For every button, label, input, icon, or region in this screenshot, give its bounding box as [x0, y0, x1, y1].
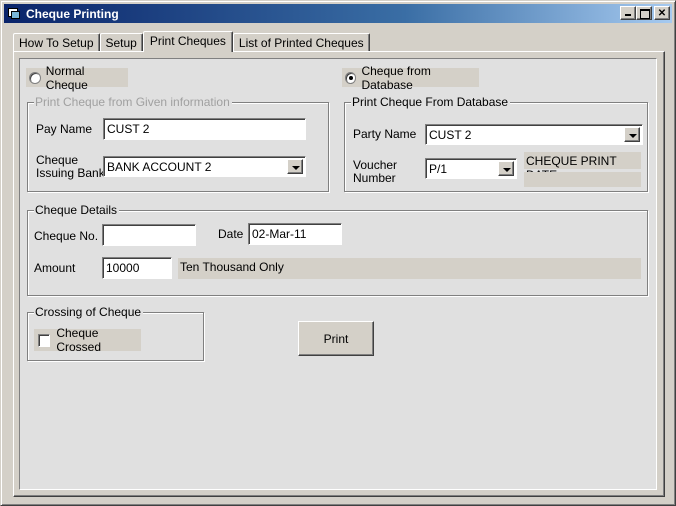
tab-list-of-printed-cheques[interactable]: List of Printed Cheques: [232, 33, 370, 51]
date-input[interactable]: [248, 223, 342, 245]
normal-cheque-label: Normal Cheque: [45, 63, 88, 92]
database-cheque-radio[interactable]: Cheque from Database: [342, 64, 479, 92]
chevron-down-icon[interactable]: [498, 161, 514, 176]
cheque-details-group-title: Cheque Details: [34, 203, 120, 217]
cheque-details-group: Cheque Details Cheque No. Date Amount Te…: [27, 203, 648, 296]
party-name-select[interactable]: CUST 2: [425, 124, 643, 145]
tab-panel: Normal Cheque Cheque from Database Print…: [13, 51, 665, 497]
tab-strip: How To Setup Setup Print Cheques List of…: [13, 31, 370, 52]
given-info-group-title: Print Cheque from Given information: [34, 95, 232, 109]
title-bar: Cheque Printing ✕: [4, 4, 672, 23]
maximize-button[interactable]: [636, 6, 652, 20]
amount-in-words: Ten Thousand Only: [178, 258, 641, 279]
cheque-crossed-checkbox[interactable]: Cheque Crossed: [34, 326, 141, 354]
close-icon: ✕: [657, 7, 667, 19]
cheque-crossed-label: Cheque Crossed: [56, 326, 102, 354]
party-name-value: CUST 2: [429, 128, 472, 142]
voucher-number-select[interactable]: P/1: [425, 158, 517, 179]
voucher-number-value: P/1: [429, 162, 448, 176]
print-button[interactable]: Print: [298, 321, 374, 356]
from-database-group: Print Cheque From Database Party Name CU…: [344, 95, 648, 192]
minimize-button[interactable]: [620, 6, 636, 20]
date-label: Date: [218, 227, 244, 241]
cheque-printing-window: Cheque Printing ✕ How To Setup Setup Pri…: [0, 0, 676, 506]
issuing-bank-select[interactable]: BANK ACCOUNT 2: [103, 156, 306, 177]
issuing-bank-label-line2: Issuing Bank: [36, 166, 105, 180]
voucher-label-line2: Number: [353, 171, 396, 185]
database-cheque-label: Cheque from Database: [361, 63, 431, 92]
from-database-group-title: Print Cheque From Database: [351, 95, 511, 109]
normal-cheque-radio[interactable]: Normal Cheque: [26, 64, 128, 92]
crossing-group: Crossing of Cheque Cheque Crossed: [27, 305, 204, 361]
checkbox-unchecked-icon: [38, 333, 51, 347]
amount-label: Amount: [34, 261, 76, 275]
print-cheques-area: Normal Cheque Cheque from Database Print…: [19, 58, 657, 490]
cheque-print-date-value: [524, 172, 641, 187]
given-info-group: Print Cheque from Given information Pay …: [27, 95, 329, 192]
pay-name-input[interactable]: [103, 118, 306, 140]
chevron-down-icon[interactable]: [624, 127, 640, 142]
radio-unchecked-icon: [29, 71, 41, 84]
app-icon: [8, 7, 22, 20]
radio-checked-icon: [345, 71, 357, 84]
tab-print-cheques[interactable]: Print Cheques: [142, 31, 233, 52]
issuing-bank-value: BANK ACCOUNT 2: [107, 160, 212, 174]
cheque-no-label: Cheque No.: [34, 229, 99, 243]
amount-input[interactable]: [102, 257, 172, 279]
cheque-no-input[interactable]: [102, 224, 196, 246]
cheque-print-date-label: CHEQUE PRINT DATE: [524, 152, 641, 182]
tab-how-to-setup[interactable]: How To Setup: [13, 33, 100, 51]
pay-name-label: Pay Name: [36, 122, 93, 136]
close-button[interactable]: ✕: [654, 6, 670, 20]
crossing-group-title: Crossing of Cheque: [34, 305, 144, 319]
window-title: Cheque Printing: [26, 6, 119, 21]
tab-setup[interactable]: Setup: [99, 33, 143, 51]
chevron-down-icon[interactable]: [287, 159, 303, 174]
party-name-label: Party Name: [353, 127, 417, 141]
